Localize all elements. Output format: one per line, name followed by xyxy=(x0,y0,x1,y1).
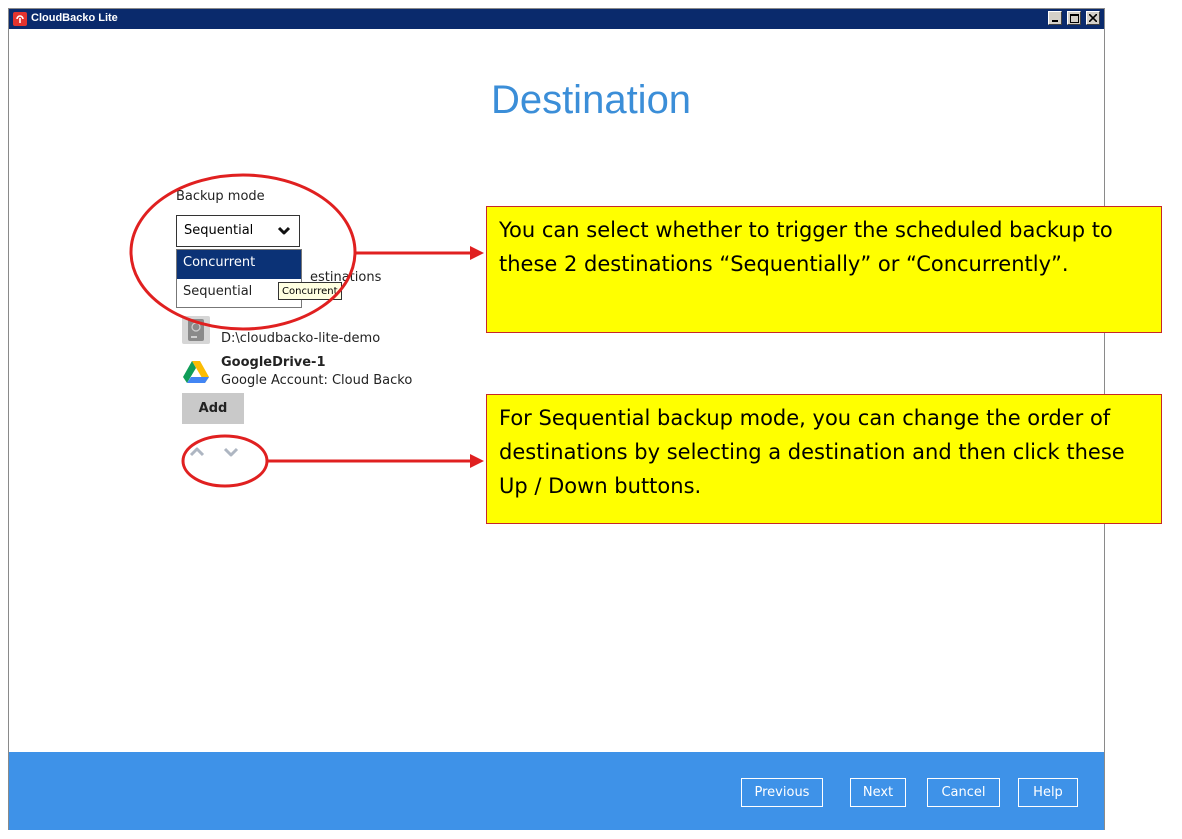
google-drive-account: Google Account: Cloud Backo xyxy=(221,373,413,388)
window-controls xyxy=(1047,11,1100,25)
maximize-button[interactable] xyxy=(1067,11,1082,25)
chevron-down-icon xyxy=(277,225,291,241)
add-destination-button[interactable]: Add xyxy=(182,393,244,424)
close-icon xyxy=(1089,14,1097,22)
help-button[interactable]: Help xyxy=(1018,778,1078,807)
move-down-button[interactable] xyxy=(222,444,240,460)
next-button[interactable]: Next xyxy=(850,778,906,807)
option-tooltip: Concurrent xyxy=(278,282,342,300)
close-button[interactable] xyxy=(1086,11,1100,25)
cloudbacko-logo-icon xyxy=(13,12,27,26)
title-bar: CloudBacko Lite xyxy=(9,9,1104,29)
minimize-button[interactable] xyxy=(1048,11,1063,25)
cancel-button[interactable]: Cancel xyxy=(927,778,1000,807)
chevron-up-icon xyxy=(189,447,205,457)
footer-bar: Previous Next Cancel Help xyxy=(9,752,1104,830)
window-title: CloudBacko Lite xyxy=(31,12,118,24)
backup-mode-selected-value: Sequential xyxy=(184,223,254,238)
local-drive-icon xyxy=(182,316,210,344)
page-title: Destination xyxy=(490,78,692,122)
chevron-down-icon xyxy=(223,447,239,457)
previous-button[interactable]: Previous xyxy=(741,778,823,807)
google-drive-icon xyxy=(182,358,210,386)
backup-mode-label: Backup mode xyxy=(176,189,265,204)
callout-backup-mode: You can select whether to trigger the sc… xyxy=(486,206,1162,333)
option-concurrent[interactable]: Concurrent xyxy=(177,250,301,279)
google-drive-destination-name[interactable]: GoogleDrive-1 xyxy=(221,355,326,370)
callout-destination-order: For Sequential backup mode, you can chan… xyxy=(486,394,1162,524)
local-destination-path: D:\cloudbacko-lite-demo xyxy=(221,331,381,346)
move-up-button[interactable] xyxy=(188,444,206,460)
backup-mode-select[interactable]: Sequential xyxy=(176,215,300,247)
